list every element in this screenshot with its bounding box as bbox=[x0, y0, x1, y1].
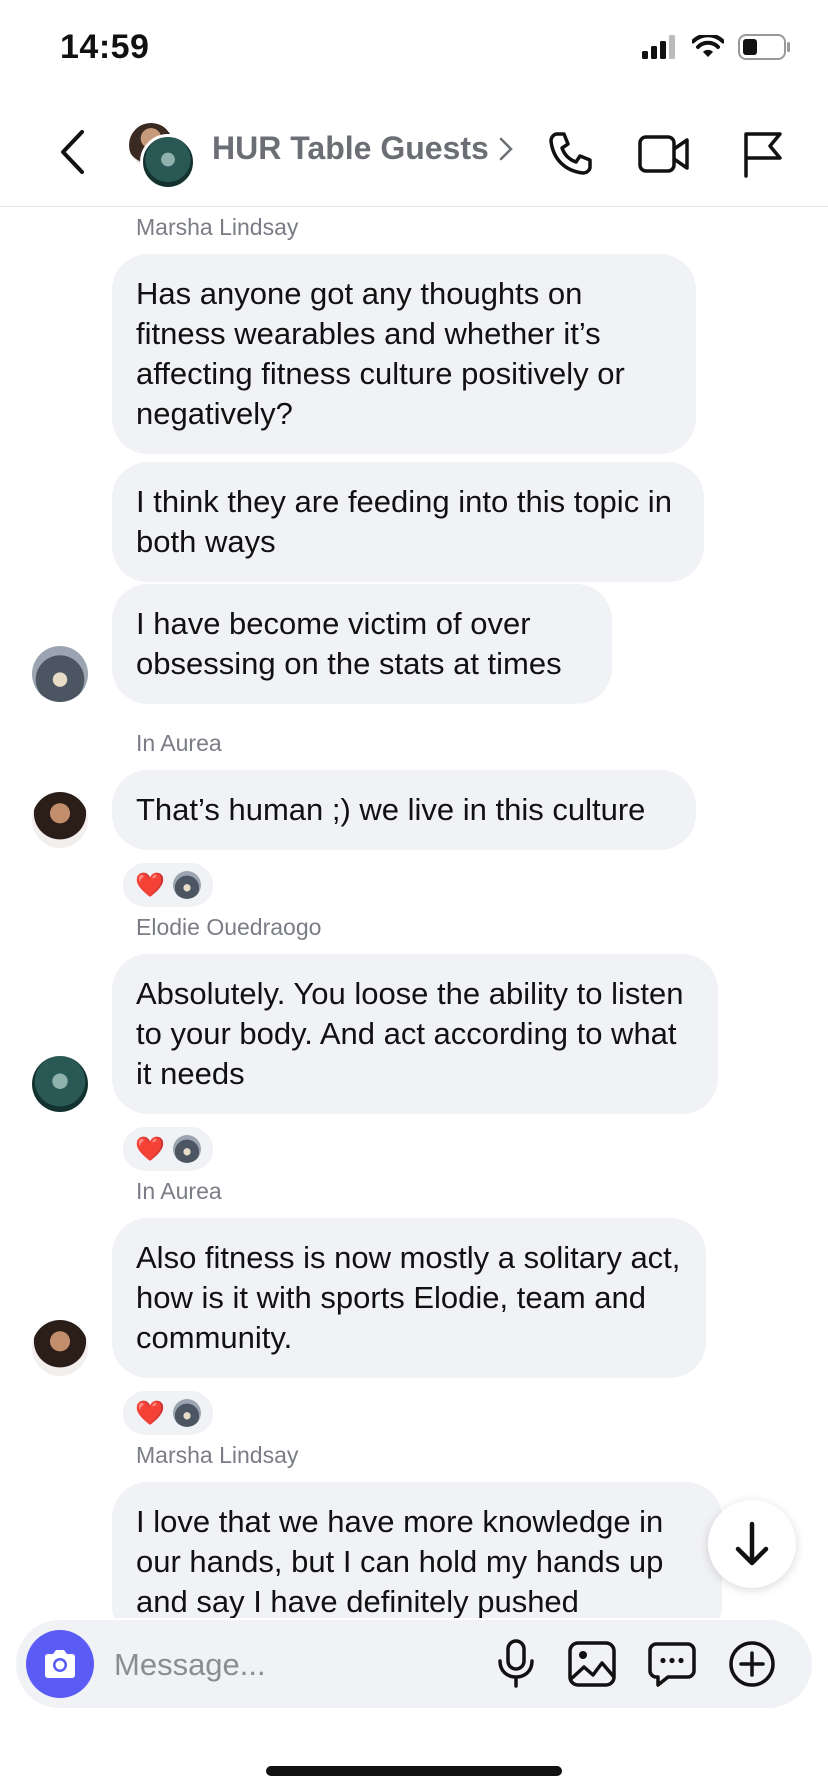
gallery-button[interactable] bbox=[564, 1636, 620, 1692]
arrow-down-icon bbox=[735, 1521, 769, 1566]
chat-header: HUR Table Guests bbox=[0, 100, 828, 207]
reactor-avatar bbox=[172, 871, 201, 899]
reactor-avatar bbox=[172, 1399, 201, 1427]
call-button[interactable] bbox=[542, 126, 598, 182]
wifi-icon bbox=[692, 35, 724, 57]
battery-icon bbox=[738, 34, 790, 60]
status-bar: 14:59 bbox=[0, 0, 828, 100]
sender-name: In Aurea bbox=[136, 730, 222, 756]
message-bubble[interactable]: I have become victim of over obsessing o… bbox=[112, 584, 612, 704]
image-icon bbox=[568, 1641, 616, 1687]
voice-message-button[interactable] bbox=[488, 1636, 544, 1692]
scroll-to-bottom-button[interactable] bbox=[708, 1500, 796, 1588]
sticker-chat-icon bbox=[648, 1642, 696, 1687]
avatar-marsha-lindsay[interactable] bbox=[32, 646, 88, 702]
video-camera-icon bbox=[638, 135, 689, 173]
avatar-elodie-ouedraogo[interactable] bbox=[32, 1056, 88, 1112]
back-button[interactable] bbox=[50, 124, 94, 180]
sender-name: Marsha Lindsay bbox=[136, 214, 299, 240]
status-time: 14:59 bbox=[60, 28, 150, 66]
camera-icon bbox=[45, 1650, 75, 1678]
sender-name: Elodie Ouedraogo bbox=[136, 914, 322, 940]
status-icons bbox=[642, 34, 792, 60]
message-bubble[interactable]: That’s human ;) we live in this culture bbox=[112, 770, 696, 850]
plus-circle-icon bbox=[729, 1641, 775, 1687]
camera-button[interactable] bbox=[26, 1630, 94, 1698]
reaction-badge[interactable]: ❤️ bbox=[120, 860, 216, 910]
phone-icon bbox=[549, 132, 592, 175]
reaction-badge[interactable]: ❤️ bbox=[120, 1124, 216, 1174]
sticker-button[interactable] bbox=[644, 1636, 700, 1692]
message-composer bbox=[16, 1620, 812, 1708]
group-avatar[interactable] bbox=[126, 120, 198, 190]
reaction-badge[interactable]: ❤️ bbox=[120, 1388, 216, 1438]
signal-icon bbox=[642, 35, 675, 59]
group-title: HUR Table Guests bbox=[212, 130, 489, 166]
avatar-in-aurea[interactable] bbox=[32, 1320, 88, 1376]
message-bubble[interactable]: Absolutely. You loose the ability to lis… bbox=[112, 954, 718, 1114]
more-options-button[interactable] bbox=[724, 1636, 780, 1692]
message-bubble[interactable]: I love that we have more knowledge in ou… bbox=[112, 1482, 722, 1618]
message-input[interactable] bbox=[112, 1638, 476, 1692]
heart-reaction: ❤️ bbox=[135, 871, 165, 899]
home-indicator bbox=[266, 1766, 562, 1776]
group-title-button[interactable]: HUR Table Guests bbox=[212, 130, 513, 167]
heart-reaction: ❤️ bbox=[135, 1399, 165, 1427]
sender-name: In Aurea bbox=[136, 1178, 222, 1204]
chevron-right-icon bbox=[499, 137, 513, 160]
sender-name: Marsha Lindsay bbox=[136, 1442, 299, 1468]
avatar-member-2 bbox=[140, 134, 196, 190]
heart-reaction: ❤️ bbox=[135, 1135, 165, 1163]
report-button[interactable] bbox=[734, 126, 790, 182]
video-call-button[interactable] bbox=[636, 126, 692, 182]
message-bubble[interactable]: Has anyone got any thoughts on fitness w… bbox=[112, 254, 696, 454]
microphone-icon bbox=[498, 1639, 534, 1688]
message-bubble[interactable]: I think they are feeding into this topic… bbox=[112, 462, 704, 582]
back-chevron-icon bbox=[61, 130, 84, 174]
message-bubble[interactable]: Also fitness is now mostly a solitary ac… bbox=[112, 1218, 706, 1378]
avatar-in-aurea[interactable] bbox=[32, 792, 88, 848]
flag-icon bbox=[744, 132, 782, 178]
reactor-avatar bbox=[172, 1135, 201, 1163]
message-list[interactable]: Marsha Lindsay Has anyone got any though… bbox=[0, 206, 828, 1618]
